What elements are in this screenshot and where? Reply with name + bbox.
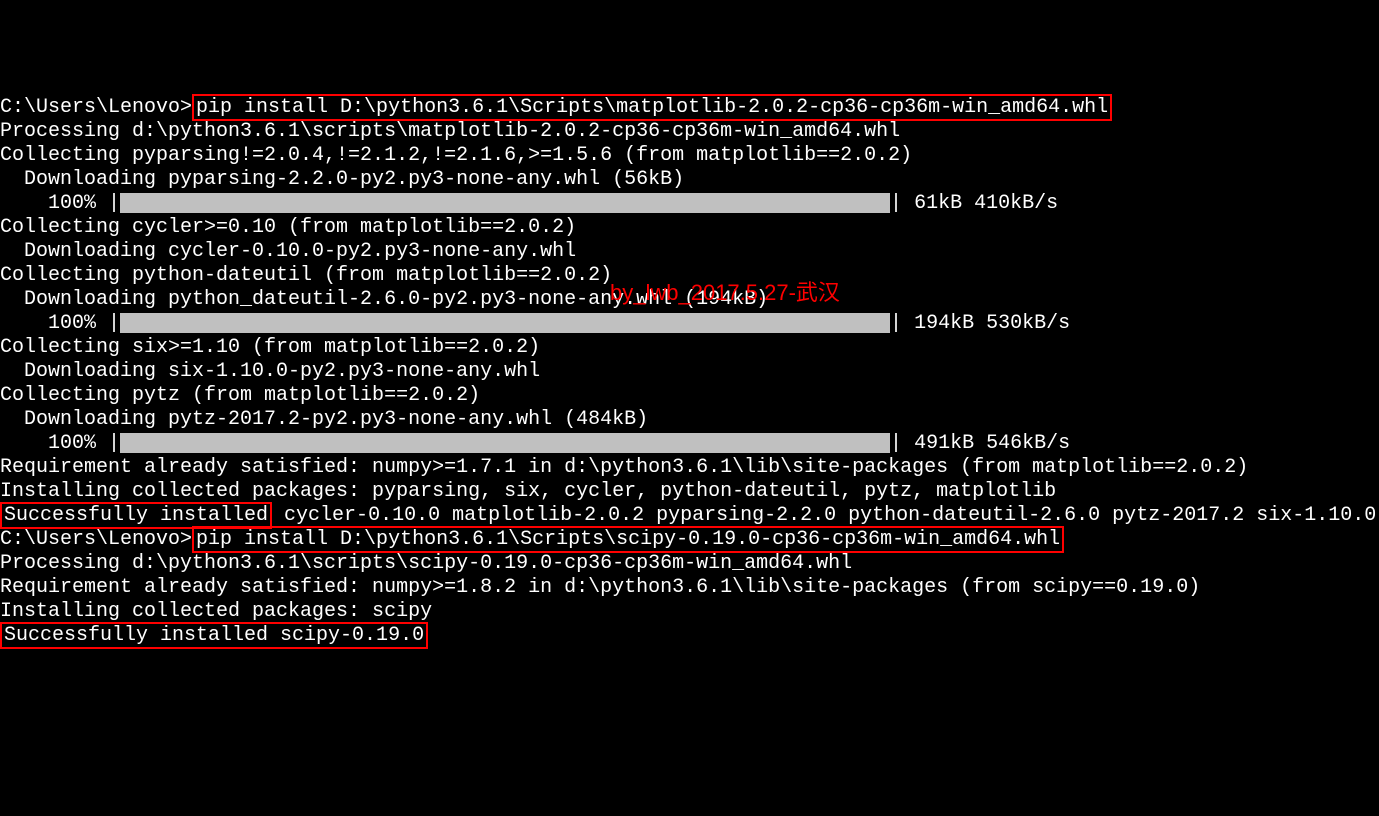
progress-bar [120, 193, 890, 213]
terminal-line: Successfully installed cycler-0.10.0 mat… [0, 504, 1379, 528]
progress-line: 100% | | 61kB 410kB/s [0, 192, 1379, 216]
progress-sep: | [108, 312, 120, 335]
terminal-line: Collecting pytz (from matplotlib==2.0.2) [0, 384, 1379, 408]
progress-sep: | [890, 192, 902, 215]
progress-info: 194kB 530kB/s [902, 312, 1070, 335]
terminal-line: Downloading pyparsing-2.2.0-py2.py3-none… [0, 168, 1379, 192]
terminal-line: Collecting cycler>=0.10 (from matplotlib… [0, 216, 1379, 240]
terminal-line: Collecting python-dateutil (from matplot… [0, 264, 1379, 288]
terminal-line: Successfully installed scipy-0.19.0 [0, 624, 1379, 648]
progress-sep: | [108, 192, 120, 215]
terminal-line: Processing d:\python3.6.1\scripts\scipy-… [0, 552, 1379, 576]
progress-sep: | [890, 312, 902, 335]
progress-line: 100% | | 194kB 530kB/s [0, 312, 1379, 336]
terminal-output: C:\Users\Lenovo>pip install D:\python3.6… [0, 96, 1379, 648]
terminal-line: Processing d:\python3.6.1\scripts\matplo… [0, 120, 1379, 144]
prompt: C:\Users\Lenovo> [0, 96, 192, 119]
progress-percent: 100% [0, 192, 108, 215]
terminal-line: Downloading cycler-0.10.0-py2.py3-none-a… [0, 240, 1379, 264]
progress-sep: | [108, 432, 120, 455]
terminal-line: Requirement already satisfied: numpy>=1.… [0, 456, 1379, 480]
progress-bar [120, 433, 890, 453]
progress-bar [120, 313, 890, 333]
command-highlight: pip install D:\python3.6.1\Scripts\scipy… [192, 526, 1064, 553]
progress-line: 100% | | 491kB 546kB/s [0, 432, 1379, 456]
progress-percent: 100% [0, 432, 108, 455]
terminal-line: Collecting six>=1.10 (from matplotlib==2… [0, 336, 1379, 360]
command-highlight: pip install D:\python3.6.1\Scripts\matpl… [192, 94, 1112, 121]
progress-info: 491kB 546kB/s [902, 432, 1070, 455]
terminal-line: Requirement already satisfied: numpy>=1.… [0, 576, 1379, 600]
terminal-line: Downloading python_dateutil-2.6.0-py2.py… [0, 288, 1379, 312]
terminal-line: Downloading six-1.10.0-py2.py3-none-any.… [0, 360, 1379, 384]
progress-sep: | [890, 432, 902, 455]
terminal-line: Installing collected packages: scipy [0, 600, 1379, 624]
success-highlight: Successfully installed [0, 502, 272, 529]
prompt: C:\Users\Lenovo> [0, 528, 192, 551]
progress-info: 61kB 410kB/s [902, 192, 1058, 215]
terminal-line: Collecting pyparsing!=2.0.4,!=2.1.2,!=2.… [0, 144, 1379, 168]
terminal-line: C:\Users\Lenovo>pip install D:\python3.6… [0, 528, 1379, 552]
success-highlight: Successfully installed scipy-0.19.0 [0, 622, 428, 649]
terminal-line: C:\Users\Lenovo>pip install D:\python3.6… [0, 96, 1379, 120]
terminal-line: Downloading pytz-2017.2-py2.py3-none-any… [0, 408, 1379, 432]
success-rest: cycler-0.10.0 matplotlib-2.0.2 pyparsing… [272, 504, 1376, 527]
terminal-line: Installing collected packages: pyparsing… [0, 480, 1379, 504]
progress-percent: 100% [0, 312, 108, 335]
